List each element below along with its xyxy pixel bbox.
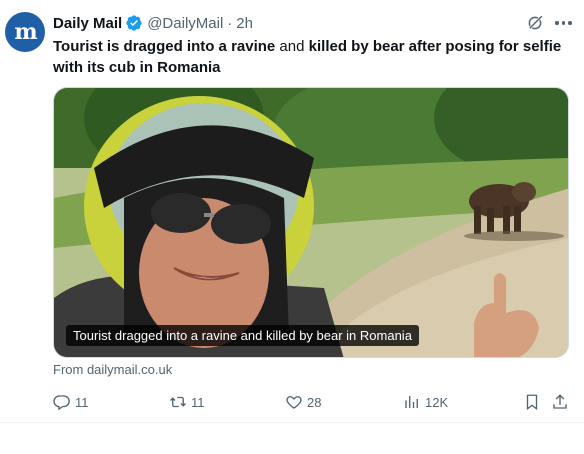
repost-button[interactable]: 11 [169,392,205,412]
link-source[interactable]: From dailymail.co.uk [53,362,172,377]
views-icon [405,396,418,408]
view-count: 12K [425,394,449,410]
tweet[interactable]: m Daily Mail @DailyMail · 2h Tourist is … [0,0,584,430]
more-icon[interactable] [555,16,577,30]
share-button[interactable] [551,392,569,412]
media-caption: Tourist dragged into a ravine and killed… [66,325,419,346]
timestamp[interactable]: 2h [236,15,253,32]
views-button[interactable]: 12K [403,392,448,412]
verified-badge-icon [126,15,142,31]
tweet-text: Tourist is dragged into a ravine and kil… [53,36,573,78]
photo-illustration [54,88,568,357]
separator-dot: · [227,14,233,32]
action-bar: 11 11 28 12K [53,392,573,412]
grok-icon[interactable] [526,14,544,32]
reply-button[interactable]: 11 [53,392,89,412]
bookmark-icon [526,394,538,411]
repost-icon [170,396,186,408]
tweet-text-part1: Tourist is dragged into a ravine [53,38,276,55]
like-button[interactable]: 28 [285,392,321,412]
display-name[interactable]: Daily Mail [53,15,122,32]
heart-icon [286,396,302,409]
handle[interactable]: @DailyMail [147,15,223,32]
reply-count: 11 [75,394,89,410]
media-photo[interactable]: Tourist dragged into a ravine and killed… [53,87,569,358]
repost-count: 11 [191,394,205,410]
share-icon [553,394,567,409]
avatar[interactable]: m [5,12,45,52]
like-count: 28 [307,394,322,410]
reply-icon [53,395,70,411]
avatar-logo: m [14,19,37,45]
divider [0,422,584,423]
bookmark-button[interactable] [523,392,541,412]
tweet-text-part2: and [275,38,309,55]
tweet-header: Daily Mail @DailyMail · 2h [53,13,253,33]
